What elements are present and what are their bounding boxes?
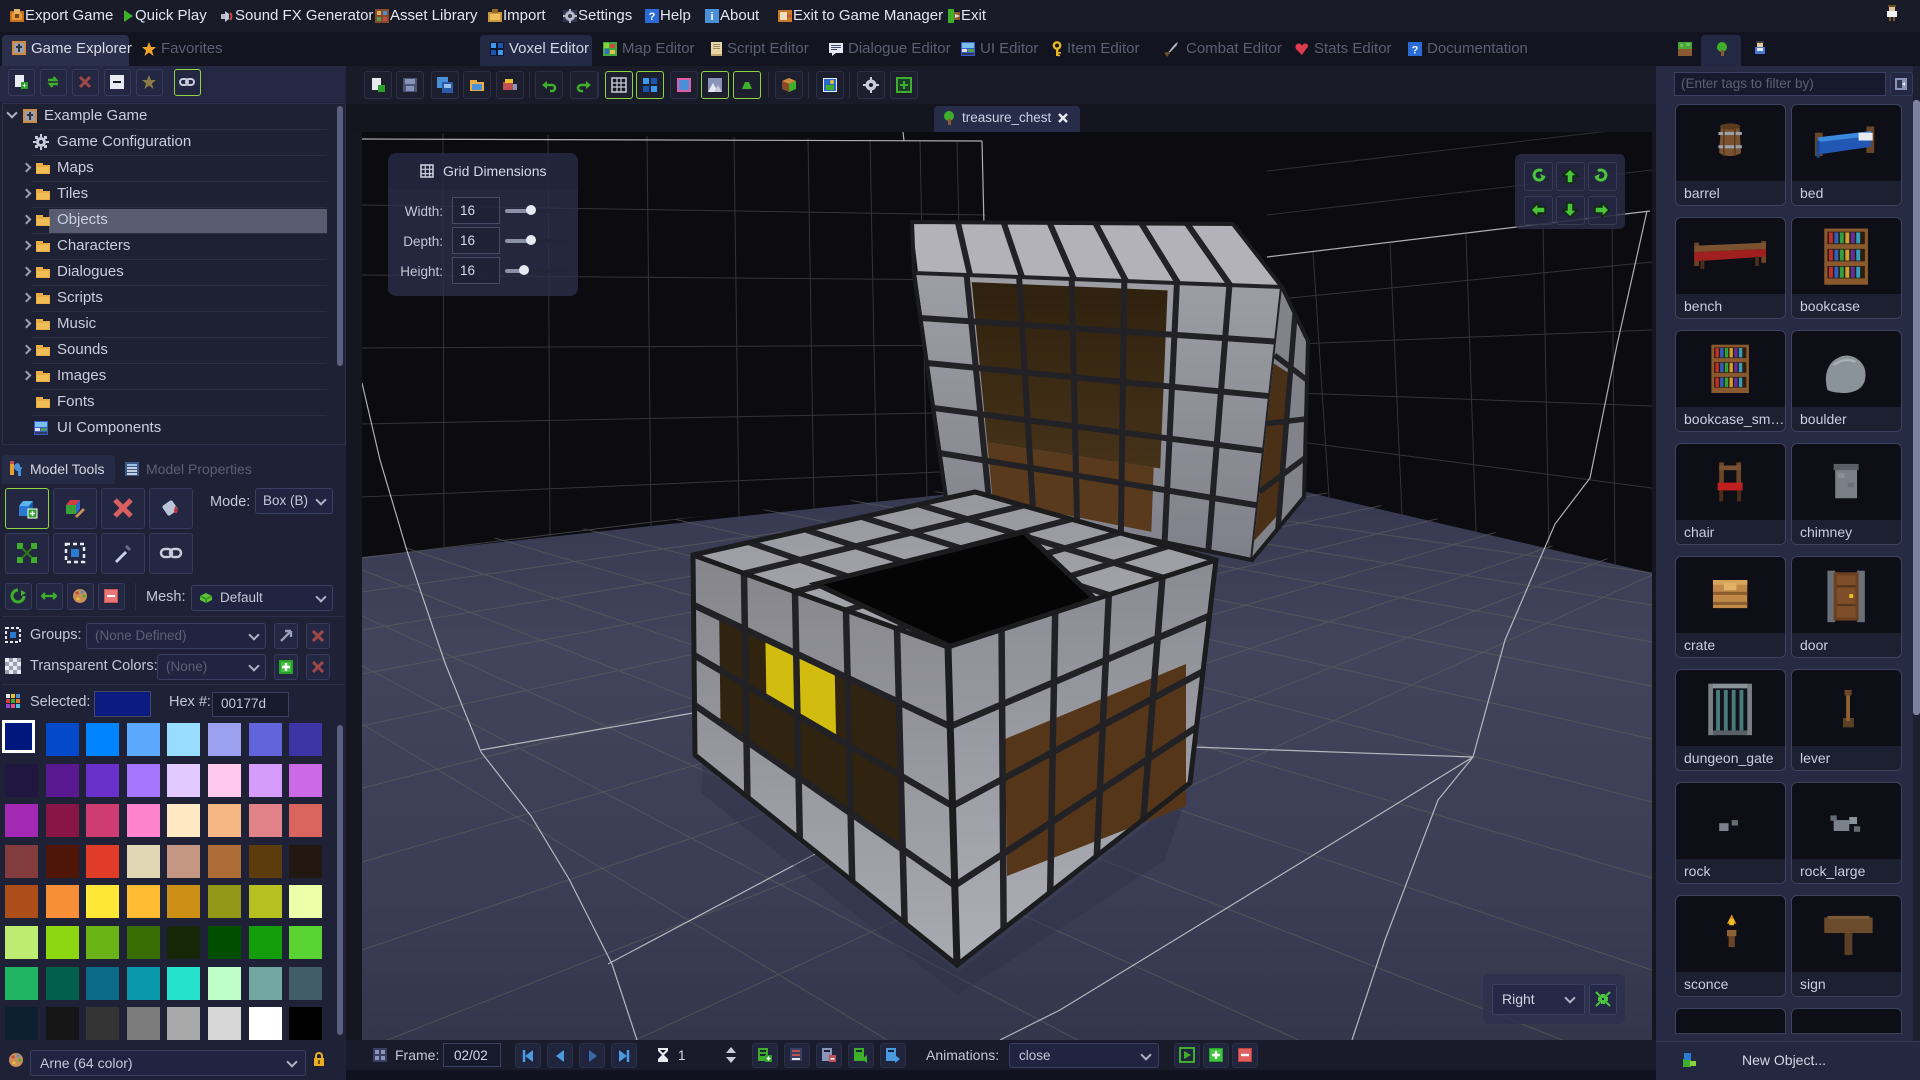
svg-text:+: +	[22, 81, 27, 90]
svg-text:?: ?	[649, 11, 656, 23]
svg-text:?: ?	[1412, 45, 1419, 57]
svg-text:i: i	[710, 11, 713, 23]
